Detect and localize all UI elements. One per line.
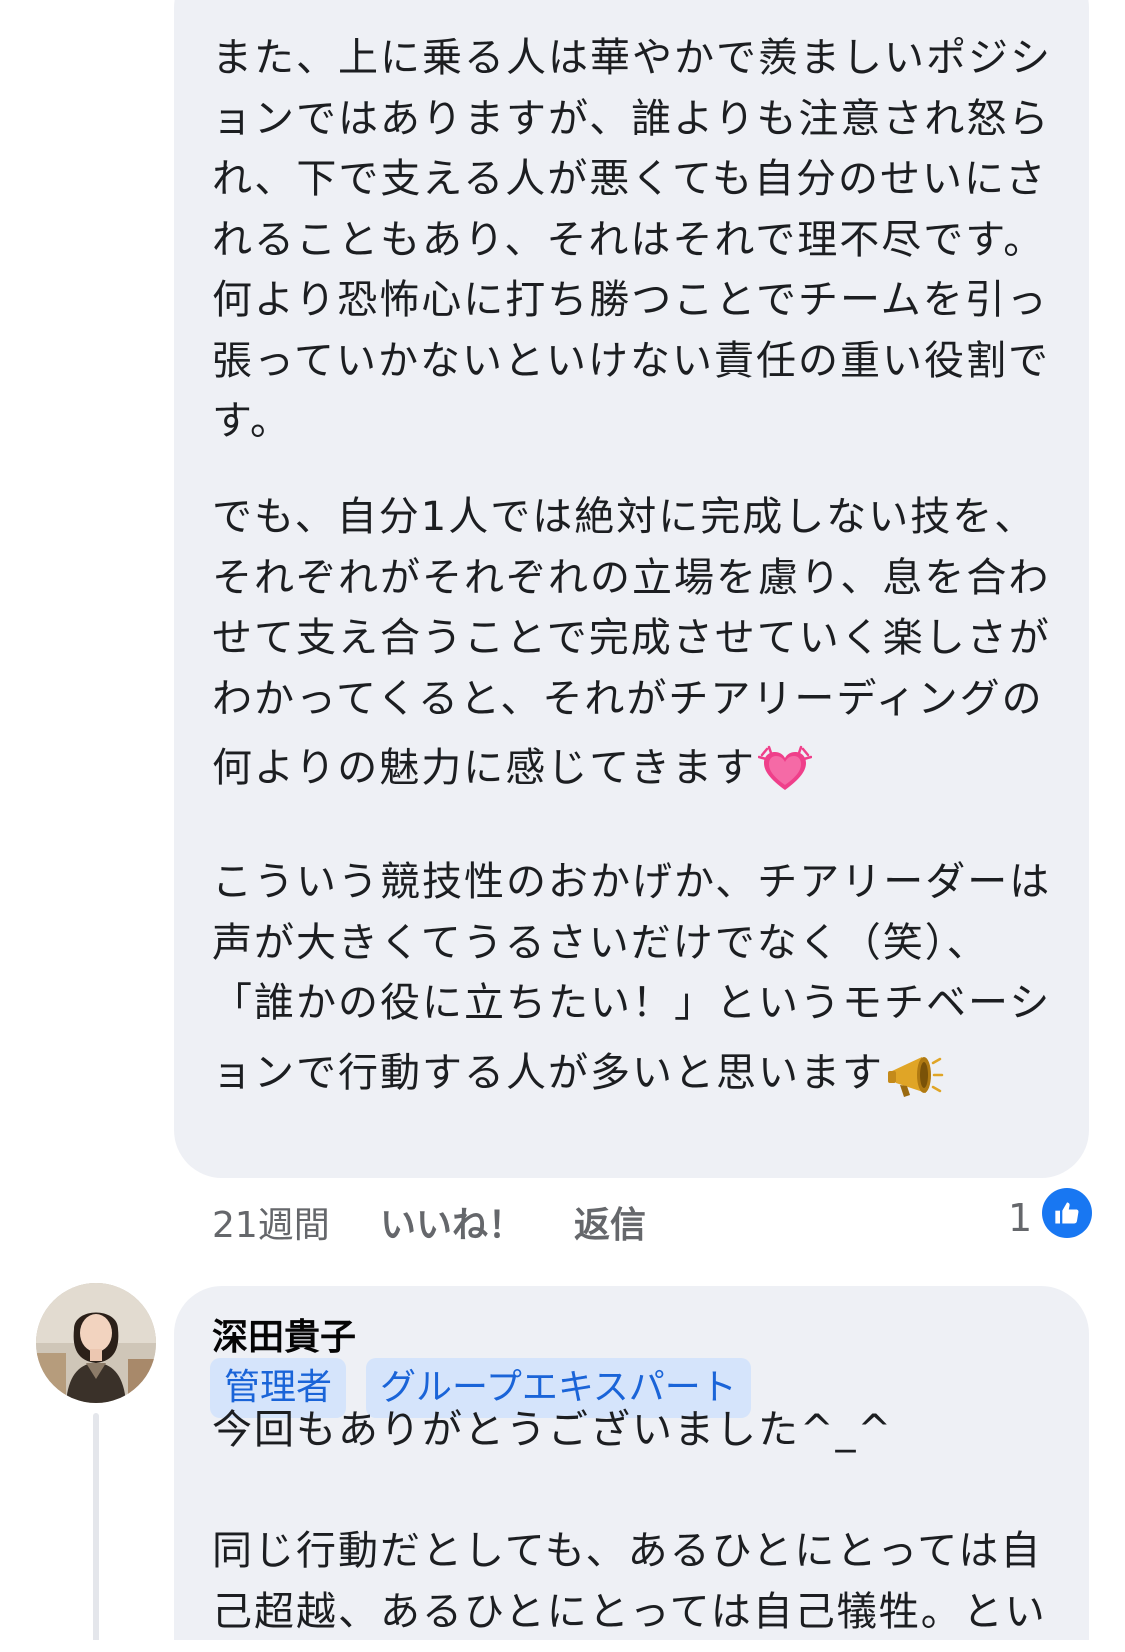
comment-line — [212, 1461, 1062, 1522]
comment-line — [212, 1342, 1062, 1400]
megaphone-icon — [888, 1056, 944, 1097]
comment-paragraph: でも、自分1人では絶対に完成しない技を、 それぞれがそれぞれの立場を慮り、息を合… — [212, 487, 1062, 807]
comment-actions: 21週間 いいね！ 返信 1 — [212, 1188, 1092, 1248]
comment-line: 「誰かの役に立ちたい！」というモチベーシ — [212, 980, 1052, 1026]
comment-line: れることもあり、それはそれで理不尽です。 — [212, 216, 1046, 263]
thread-connector — [93, 1413, 99, 1652]
comment-timestamp[interactable]: 21週間 — [212, 1196, 330, 1248]
comment-line: ョンではありますが、誰よりも注意され怒ら — [212, 95, 1051, 142]
thumbs-up-icon — [1055, 1202, 1079, 1224]
comment-line-text: 何よりの魅力に感じてきます — [212, 745, 756, 791]
comment-line: 己超越、あるひとにとっては自己犠牲。とい — [212, 1588, 1047, 1635]
comment-line-with-emoji: 何よりの魅力に感じてきます — [212, 729, 1062, 807]
comment-line: 何より恐怖心に打ち勝つことでチームを引っ — [212, 277, 1049, 323]
comment-line: れ、下で支える人が悪くても自分のせいにさ — [212, 156, 1048, 202]
comment-paragraph: こういう競技性のおかげか、チアリーダーは 声が大きくてうるさいだけでなく（笑）、… — [212, 852, 1062, 1112]
like-button[interactable]: いいね！ — [380, 1196, 524, 1248]
comment-line: 声が大きくてうるさいだけでなく（笑）、 — [212, 919, 989, 966]
comment-line: でも、自分1人では絶対に完成しない技を、 — [212, 494, 1037, 540]
comment-thread: また、上に乗る人は華やかで羨ましいポジシ ョンではありますが、誰よりも注意され怒… — [0, 0, 1125, 1652]
avatar-photo — [36, 1283, 156, 1403]
comment-paragraph: 今回もありがとうございました^_^ 同じ行動だとしても、あるひとにとっては自 己… — [212, 1342, 1062, 1642]
comment-line: それぞれがそれぞれの立場を慮り、息を合わ — [212, 554, 1051, 601]
growing-heart-icon — [758, 745, 812, 790]
like-reaction-icon[interactable] — [1042, 1188, 1092, 1238]
comment-line: せて支え合うことで完成させていく楽しさが — [212, 615, 1051, 661]
comment-line-with-emoji: ョンで行動する人が多いと思います — [212, 1034, 1062, 1112]
avatar[interactable] — [36, 1283, 156, 1403]
comment-paragraph: また、上に乗る人は華やかで羨ましいポジシ ョンではありますが、誰よりも注意され怒… — [212, 28, 1062, 452]
comment-line: わかってくると、それがチアリーディングの — [212, 675, 1044, 722]
reaction-count[interactable]: 1 — [1008, 1196, 1032, 1240]
comment-line-text: ョンで行動する人が多いと思います — [212, 1049, 884, 1096]
comment-line: 同じ行動だとしても、あるひとにとっては自 — [212, 1528, 1043, 1574]
comment-line: 今回もありがとうございました^_^ — [212, 1407, 894, 1453]
comment-line: こういう競技性のおかげか、チアリーダーは — [212, 859, 1052, 905]
reply-button[interactable]: 返信 — [574, 1196, 646, 1248]
screen-edge — [0, 1640, 1125, 1652]
comment-line: また、上に乗る人は華やかで羨ましいポジシ — [212, 35, 1052, 81]
comment-line: 張っていかないといけない責任の重い役割で — [212, 337, 1050, 384]
comment-line: す。 — [212, 398, 292, 444]
